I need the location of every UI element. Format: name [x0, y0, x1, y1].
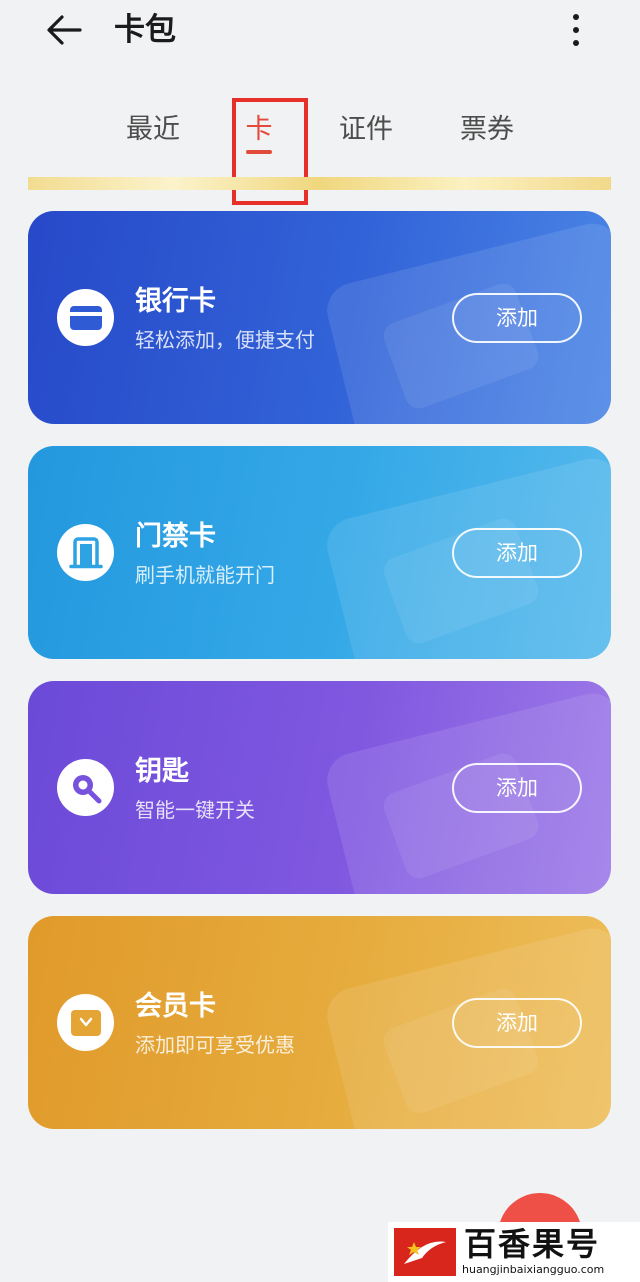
add-member-card-button[interactable]: 添加	[452, 998, 582, 1048]
member-card-icon	[57, 994, 114, 1051]
top-bar: 卡包	[0, 0, 640, 70]
add-bank-card-button[interactable]: 添加	[452, 293, 582, 343]
watermark-url: huangjinbaixiangguo.com	[462, 1263, 605, 1276]
add-key-button[interactable]: 添加	[452, 763, 582, 813]
more-options-button[interactable]	[560, 8, 592, 52]
key-search-icon	[57, 759, 114, 816]
card-title: 银行卡	[135, 286, 216, 317]
watermark: 百香果号 huangjinbaixiangguo.com	[388, 1222, 640, 1282]
access-card-panel[interactable]: 门禁卡 刷手机就能开门 添加	[28, 446, 611, 659]
watermark-logo-icon	[394, 1228, 456, 1276]
card-subtitle: 智能一键开关	[135, 798, 255, 822]
door-icon	[57, 524, 114, 581]
credit-card-icon	[57, 289, 114, 346]
more-vertical-icon	[573, 14, 579, 46]
key-card-panel[interactable]: 钥匙 智能一键开关 添加	[28, 681, 611, 894]
card-subtitle: 刷手机就能开门	[135, 563, 275, 587]
tab-tickets[interactable]: 票券	[452, 100, 522, 160]
tab-certificates[interactable]: 证件	[331, 100, 401, 160]
card-title: 门禁卡	[135, 521, 216, 552]
card-subtitle: 添加即可享受优惠	[135, 1033, 295, 1057]
page-title: 卡包	[114, 12, 176, 48]
back-button[interactable]	[40, 8, 88, 52]
bank-card-panel[interactable]: 银行卡 轻松添加，便捷支付 添加	[28, 211, 611, 424]
tab-bar: 最近 卡 证件 票券	[0, 100, 640, 160]
member-card-panel[interactable]: 会员卡 添加即可享受优惠 添加	[28, 916, 611, 1129]
card-title: 会员卡	[135, 991, 216, 1022]
arrow-left-icon	[47, 15, 82, 45]
tab-recent[interactable]: 最近	[118, 100, 188, 160]
card-title: 钥匙	[135, 756, 189, 787]
add-access-card-button[interactable]: 添加	[452, 528, 582, 578]
card-subtitle: 轻松添加，便捷支付	[135, 328, 315, 352]
banner-strip	[28, 177, 611, 190]
watermark-title: 百香果号	[464, 1225, 601, 1263]
